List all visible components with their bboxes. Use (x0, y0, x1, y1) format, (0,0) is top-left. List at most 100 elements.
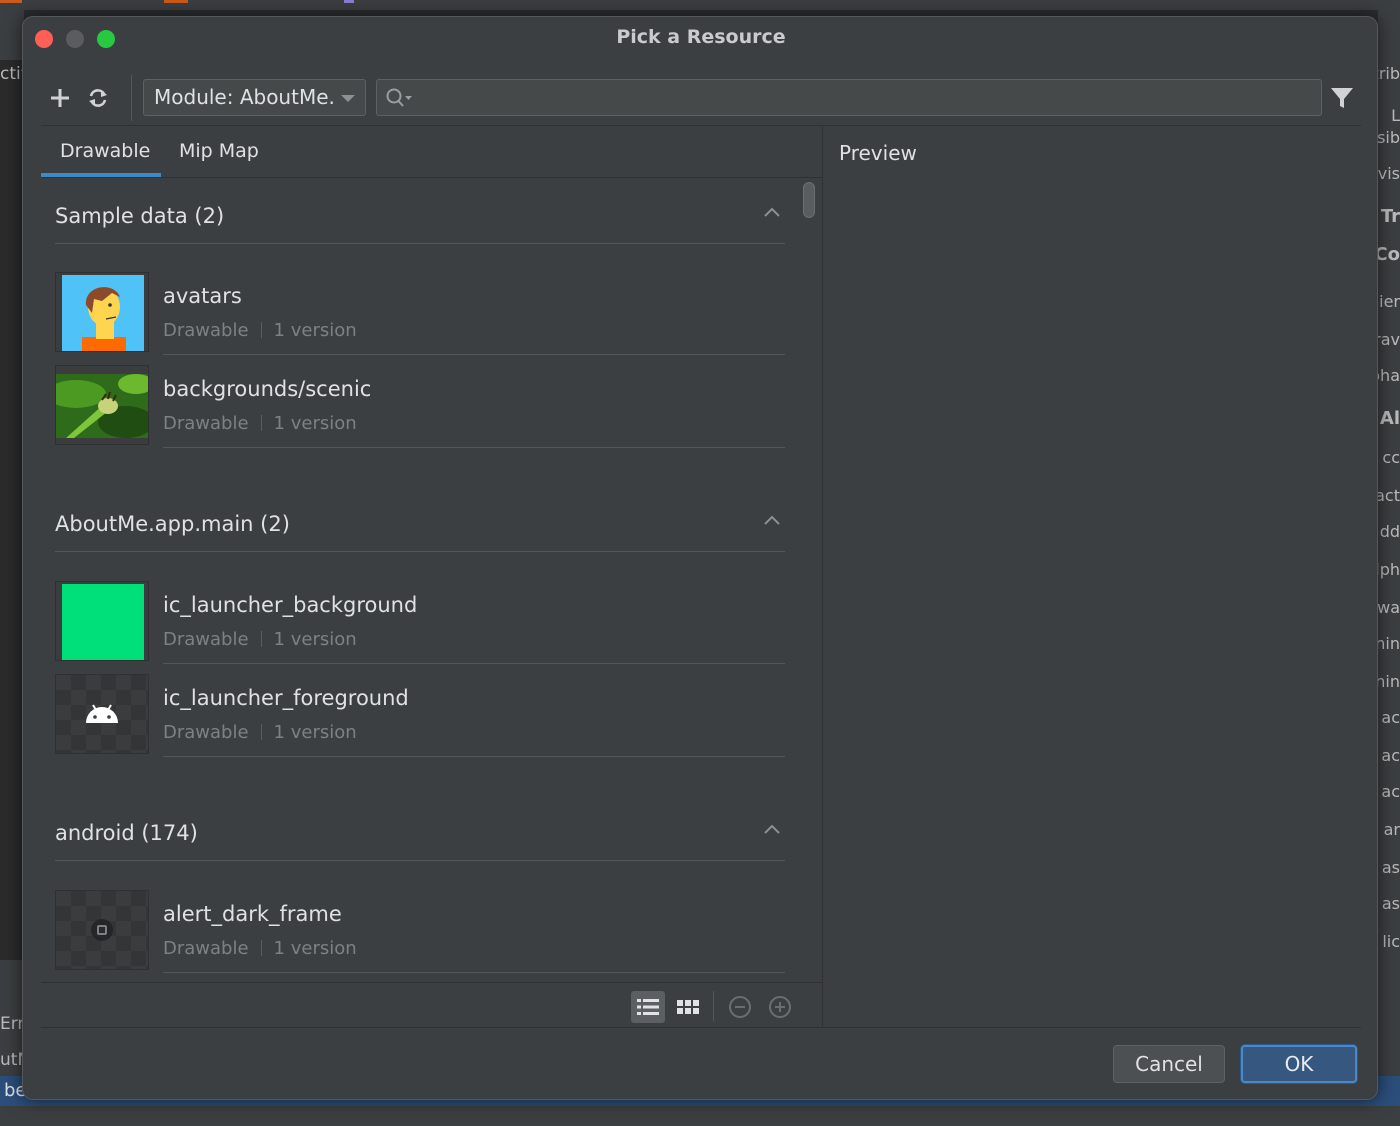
cancel-button[interactable]: Cancel (1113, 1045, 1225, 1083)
scenic-image (56, 374, 148, 438)
ide-left-strip (0, 60, 24, 960)
ide-right-text: vis (1378, 164, 1400, 183)
item-versions: 1 version (273, 413, 357, 434)
item-name: ic_launcher_background (163, 593, 418, 617)
preview-title: Preview (839, 141, 917, 165)
ide-tab-accent (164, 0, 188, 3)
launcher-background-thumbnail (55, 581, 149, 661)
section-header-app-main[interactable]: AboutMe.app.main (2) (55, 486, 785, 552)
list-item[interactable]: ic_launcher_foreground Drawable 1 version (55, 674, 785, 758)
section-header-android[interactable]: android (174) (55, 795, 785, 861)
ide-left-text: ctiv (0, 64, 24, 84)
chevron-up-icon[interactable] (763, 206, 781, 218)
grid-view-icon[interactable] (671, 991, 705, 1023)
search-input[interactable] (376, 79, 1322, 116)
item-divider (163, 354, 785, 355)
avatar-image (62, 275, 144, 351)
ide-left-text: utN (0, 1050, 24, 1070)
ide-right-text: cc (1382, 448, 1400, 467)
item-type: Drawable (163, 722, 249, 743)
tab-mip-map[interactable]: Mip Map (179, 140, 259, 162)
ide-right-text: ier (1379, 292, 1400, 311)
ide-tab-accent (0, 0, 22, 3)
dialog-title: Pick a Resource (616, 26, 786, 48)
filter-icon[interactable] (1329, 85, 1355, 111)
green-swatch (62, 584, 144, 660)
ide-right-text: pha (1378, 366, 1400, 385)
toolbar-separator (131, 75, 132, 121)
item-versions: 1 version (273, 629, 357, 650)
resource-list-panel: Drawable Mip Map Sample data (2) avatars… (41, 126, 822, 1028)
ide-right-text: as (1381, 894, 1400, 913)
android-icon (86, 704, 118, 723)
ide-right-text: ac (1381, 782, 1400, 801)
panel-splitter[interactable] (822, 126, 823, 1028)
tab-drawable[interactable]: Drawable (60, 140, 150, 162)
zoom-out-icon[interactable] (723, 991, 757, 1023)
ide-right-text: rav (1378, 330, 1400, 349)
ide-right-text: dd (1379, 522, 1400, 541)
view-controls-bar (41, 982, 822, 1028)
launcher-foreground-thumbnail (55, 674, 149, 754)
list-item[interactable]: alert_dark_frame Drawable 1 version (55, 890, 785, 974)
item-type: Drawable (163, 938, 249, 959)
ide-top-bar (0, 0, 1400, 10)
item-name: ic_launcher_foreground (163, 686, 409, 710)
ide-right-text: ac (1381, 708, 1400, 727)
zoom-in-icon[interactable] (763, 991, 797, 1023)
item-divider (163, 663, 785, 664)
ide-right-text: Al (1379, 408, 1400, 429)
ide-right-text: as (1381, 858, 1400, 877)
item-type: Drawable (163, 413, 249, 434)
plus-icon[interactable] (47, 85, 73, 111)
item-name: alert_dark_frame (163, 902, 342, 926)
view-controls-separator (713, 991, 714, 1021)
section-title: AboutMe.app.main (2) (55, 512, 290, 536)
ide-right-text: nin (1378, 634, 1400, 653)
item-meta: Drawable 1 version (163, 413, 357, 434)
ok-button[interactable]: OK (1241, 1045, 1357, 1083)
item-meta: Drawable 1 version (163, 938, 357, 959)
module-select-value: Module: AboutMe. (154, 85, 335, 109)
pick-resource-dialog: Pick a Resource Module: AboutMe. Drawabl… (22, 16, 1378, 1100)
active-tab-indicator (41, 173, 161, 177)
chevron-up-icon[interactable] (763, 823, 781, 835)
refresh-icon[interactable] (85, 85, 111, 111)
resource-list: Sample data (2) avatars Drawable 1 versi… (41, 178, 822, 982)
footer-divider (41, 1027, 1361, 1028)
ide-right-text: Tr (1380, 206, 1400, 227)
dialog-titlebar: Pick a Resource (23, 17, 1377, 61)
alert-frame-thumbnail (55, 890, 149, 970)
list-item[interactable]: backgrounds/scenic Drawable 1 version (55, 365, 785, 449)
dialog-toolbar: Module: AboutMe. (23, 67, 1377, 125)
section-header-sample-data[interactable]: Sample data (2) (55, 178, 785, 244)
ide-right-text: nin (1378, 672, 1400, 691)
item-type: Drawable (163, 320, 249, 341)
item-versions: 1 version (273, 320, 357, 341)
ide-right-text: sib (1378, 128, 1400, 147)
list-item[interactable]: ic_launcher_background Drawable 1 version (55, 581, 785, 665)
list-item[interactable]: avatars Drawable 1 version (55, 272, 785, 356)
module-select[interactable]: Module: AboutMe. (143, 79, 366, 116)
ide-right-text: lwa (1378, 598, 1400, 617)
ide-right-text: lph (1378, 560, 1400, 579)
ide-right-text: lic (1382, 932, 1400, 951)
ide-right-text: Co (1378, 244, 1400, 265)
list-scrollbar[interactable] (803, 182, 815, 218)
frame-icon (91, 919, 113, 941)
resource-type-tabs: Drawable Mip Map (41, 126, 822, 178)
ide-right-text: act (1378, 486, 1400, 505)
section-title: android (174) (55, 821, 198, 845)
list-view-icon[interactable] (631, 991, 665, 1023)
chevron-up-icon[interactable] (763, 514, 781, 526)
avatar-thumbnail (55, 272, 149, 352)
ide-right-panel: trib L sib vis Tr Co ier rav pha Al cc a… (1378, 10, 1400, 1126)
ide-bottom-bar (0, 1106, 1400, 1126)
item-type: Drawable (163, 629, 249, 650)
ide-right-text: ar (1383, 820, 1400, 839)
item-divider (163, 447, 785, 448)
item-divider (163, 756, 785, 757)
chevron-down-icon (341, 95, 355, 102)
item-versions: 1 version (273, 722, 357, 743)
ide-tab-accent (344, 0, 354, 3)
